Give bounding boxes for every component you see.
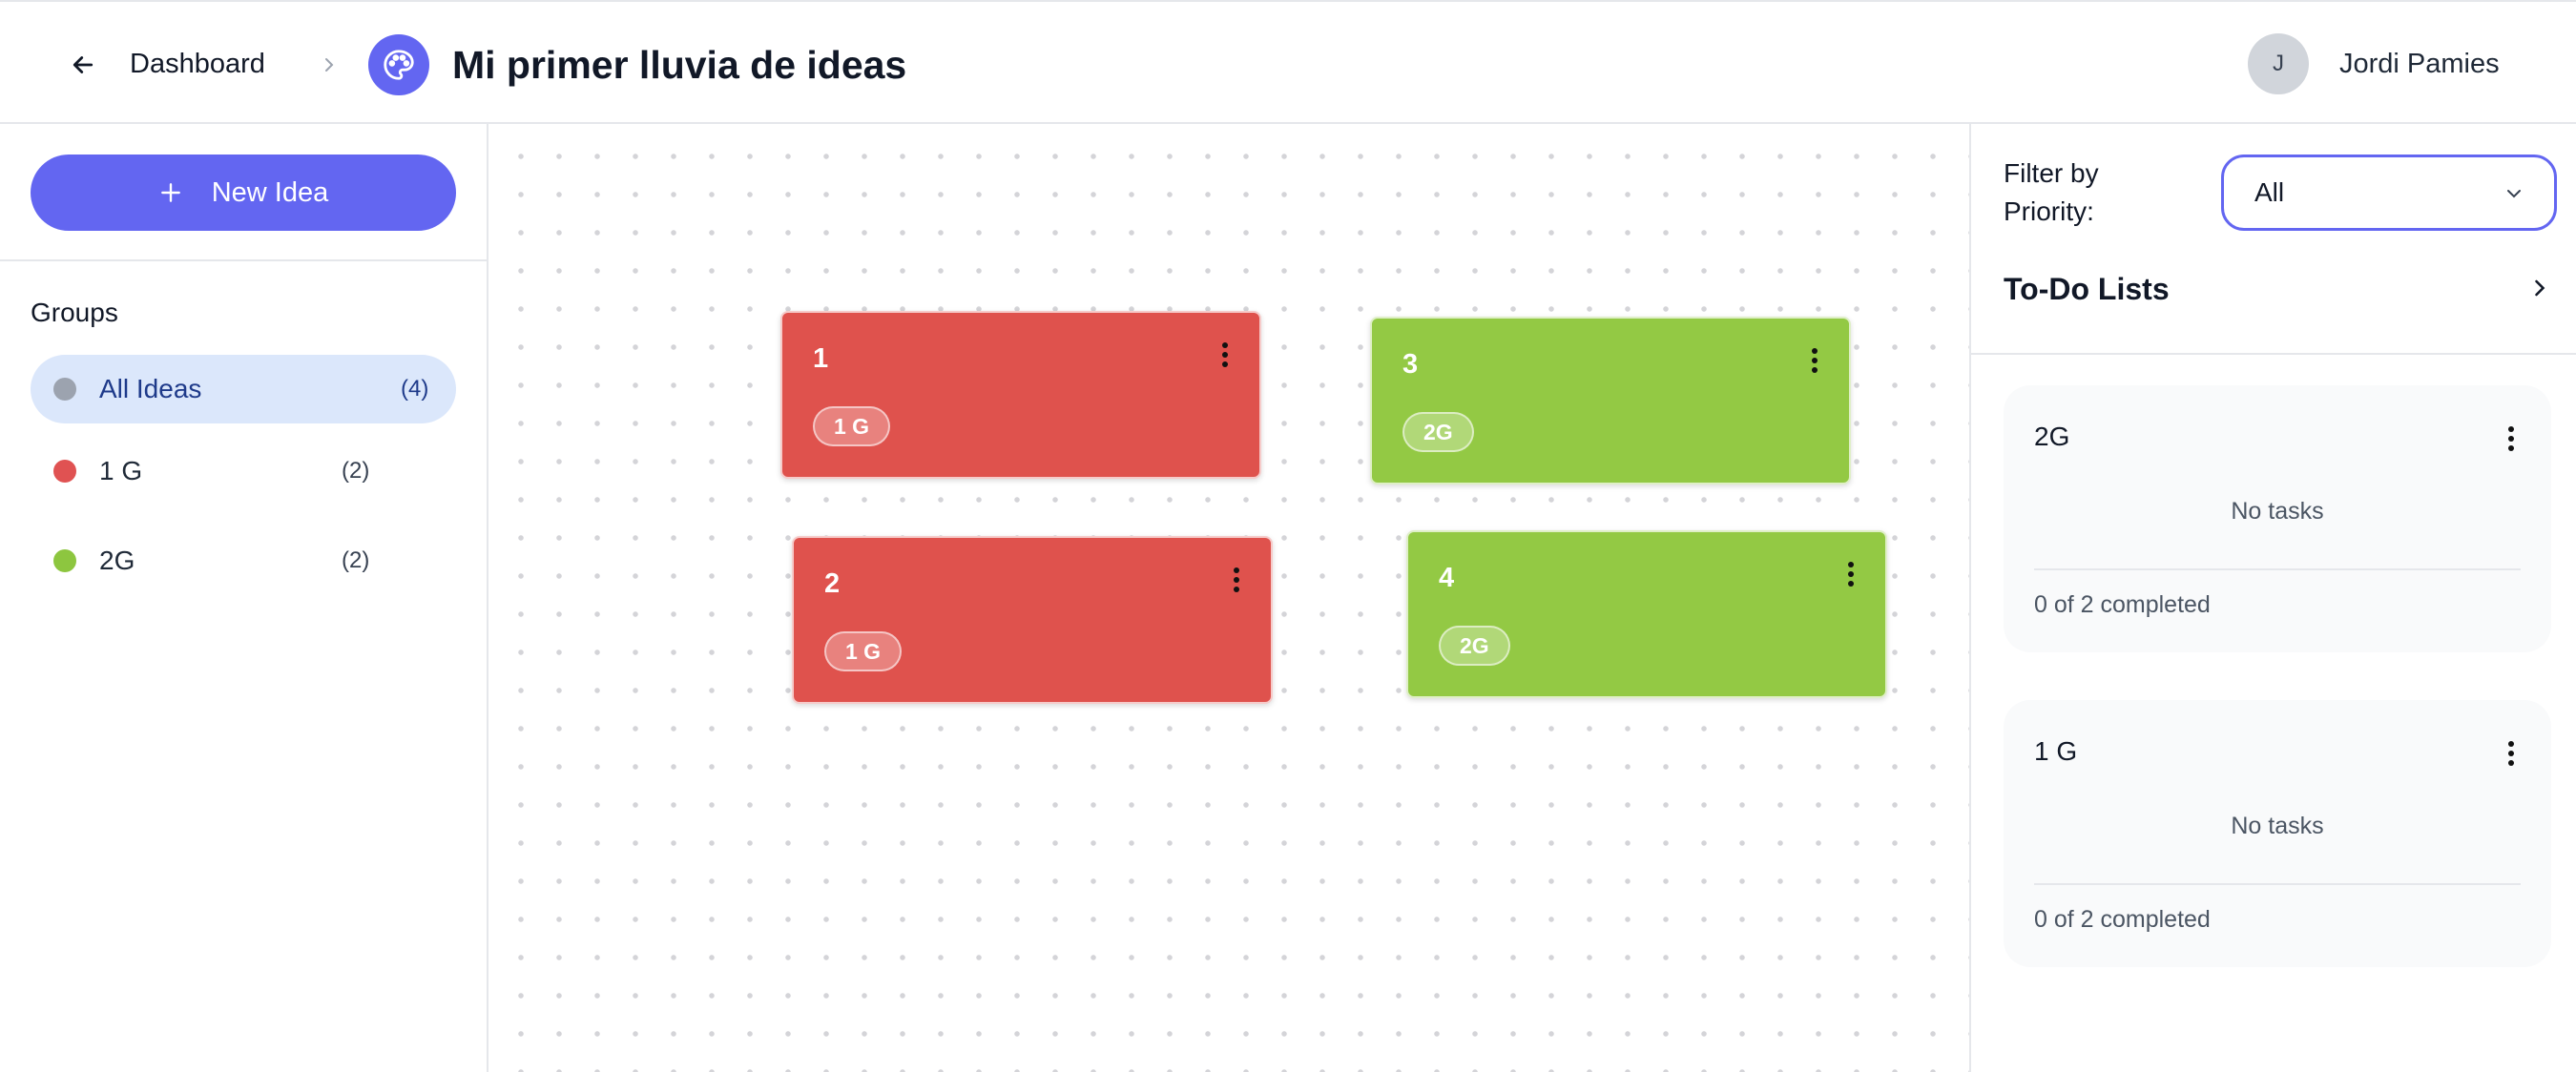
group-count: (4) — [401, 376, 429, 402]
groups-heading: Groups — [31, 298, 118, 327]
chevron-right-icon — [315, 48, 343, 82]
idea-group-tag: 2G — [1439, 626, 1510, 666]
group-item-1g[interactable]: 1 G (2) — [31, 437, 456, 505]
todo-lists-toggle[interactable]: To-Do Lists — [2004, 265, 2561, 313]
user-name[interactable]: Jordi Pamies — [2339, 45, 2500, 83]
todo-list-card: 1 G No tasks 0 of 2 completed — [2004, 700, 2551, 967]
idea-card[interactable]: 1 1 G — [780, 311, 1261, 479]
priority-filter-select[interactable]: All — [2221, 155, 2557, 231]
more-vertical-icon[interactable] — [1803, 343, 1826, 378]
palette-icon — [368, 34, 429, 95]
todo-empty-state: No tasks — [2231, 813, 2324, 839]
more-vertical-icon[interactable] — [1839, 557, 1862, 591]
filter-selected-value: All — [2254, 177, 2285, 207]
idea-card[interactable]: 3 2G — [1370, 317, 1851, 484]
idea-group-tag: 2G — [1402, 412, 1474, 452]
chevron-right-icon — [2535, 279, 2545, 297]
idea-group-tag: 1 G — [813, 406, 891, 446]
more-vertical-icon[interactable] — [2500, 422, 2523, 456]
breadcrumb-dashboard-link[interactable]: Dashboard — [130, 45, 265, 83]
divider — [2034, 883, 2521, 885]
todo-lists-title: To-Do Lists — [2004, 271, 2170, 306]
divider — [0, 259, 487, 261]
idea-title: 4 — [1439, 563, 1455, 593]
new-idea-label: New Idea — [211, 176, 329, 208]
new-idea-button[interactable]: New Idea — [31, 155, 456, 231]
group-count: (2) — [342, 458, 370, 484]
right-panel: Filter by Priority: All To-Do Lists 2G N… — [1969, 124, 2576, 1072]
idea-title: 2 — [824, 568, 841, 599]
todo-progress-text: 0 of 2 completed — [2034, 906, 2211, 933]
group-label: 1 G — [99, 456, 143, 485]
divider — [2034, 568, 2521, 570]
todo-empty-state: No tasks — [2231, 498, 2324, 525]
todo-list-title: 2G — [2034, 422, 2070, 451]
group-color-dot — [53, 549, 76, 572]
idea-group-tag: 1 G — [824, 631, 903, 671]
group-label: 2G — [99, 546, 135, 575]
todo-list-title: 1 G — [2034, 736, 2078, 766]
idea-title: 1 — [813, 343, 829, 374]
chevron-down-icon — [2507, 190, 2521, 198]
todo-list-card: 2G No tasks 0 of 2 completed — [2004, 385, 2551, 652]
sidebar: New Idea Groups All Ideas (4) 1 G (2) 2G… — [0, 124, 488, 1072]
divider — [1971, 353, 2576, 355]
more-vertical-icon[interactable] — [2500, 736, 2523, 771]
back-button[interactable] — [59, 44, 107, 86]
group-label: All Ideas — [99, 374, 202, 403]
top-bar: Dashboard Mi primer lluvia de ideas J Jo… — [0, 0, 2576, 124]
plus-icon — [160, 183, 180, 202]
idea-card[interactable]: 2 1 G — [792, 536, 1273, 704]
ideas-canvas[interactable]: 1 1 G 3 2G 2 1 G 4 2G — [488, 124, 1969, 1072]
group-color-dot — [53, 378, 76, 401]
group-item-all-ideas[interactable]: All Ideas (4) — [31, 355, 456, 423]
idea-title: 3 — [1402, 349, 1419, 380]
todo-progress-text: 0 of 2 completed — [2034, 591, 2211, 618]
idea-card[interactable]: 4 2G — [1406, 530, 1887, 698]
more-vertical-icon[interactable] — [1214, 338, 1236, 372]
avatar[interactable]: J — [2248, 33, 2309, 94]
arrow-left-icon — [73, 56, 93, 73]
group-color-dot — [53, 460, 76, 483]
filter-label: Filter by Priority: — [2004, 158, 2099, 226]
group-item-2g[interactable]: 2G (2) — [31, 526, 456, 595]
more-vertical-icon[interactable] — [1225, 563, 1248, 597]
page-title: Mi primer lluvia de ideas — [452, 43, 907, 87]
group-count: (2) — [342, 547, 370, 573]
